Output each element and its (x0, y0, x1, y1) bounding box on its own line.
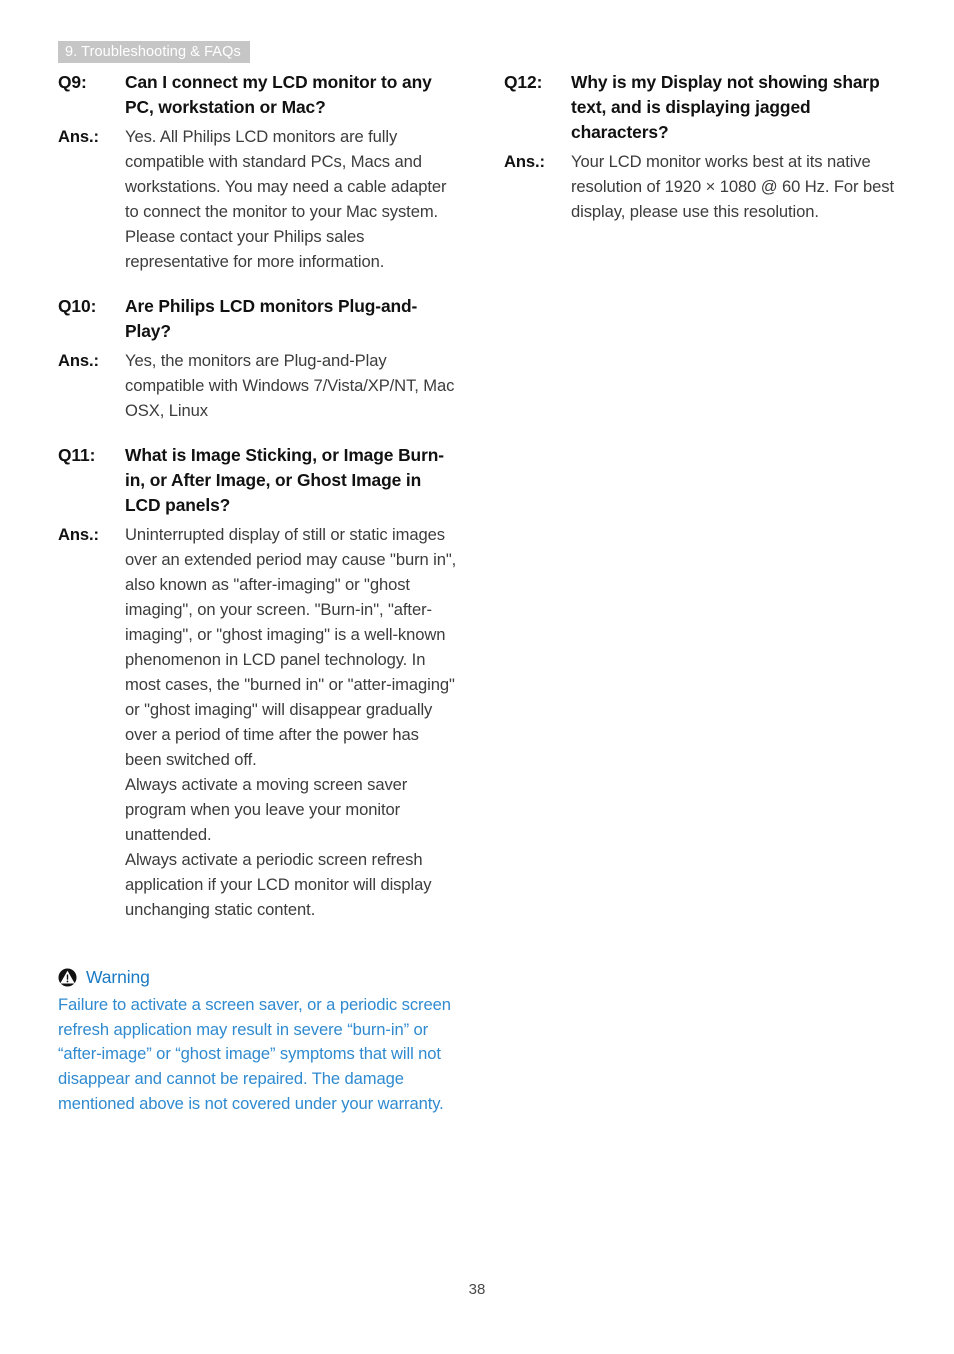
q9-answer-label: Ans.: (58, 127, 99, 146)
q12-answer-label: Ans.: (504, 152, 545, 171)
qa-block-q10-question: Q10: Are Philips LCD monitors Plug-and-P… (58, 294, 458, 344)
qa-block-q12-question: Q12: Why is my Display not showing sharp… (504, 70, 904, 145)
warning-block: Warning Failure to activate a screen sav… (58, 966, 458, 1117)
q9-label: Q9: (58, 72, 87, 92)
warning-triangle-icon (58, 967, 77, 987)
document-page: 9. Troubleshooting & FAQs Q9: Can I conn… (0, 0, 954, 1354)
qa-block-q11-question: Q11: What is Image Sticking, or Image Bu… (58, 443, 458, 518)
q11-answer-text: Uninterrupted display of still or static… (125, 522, 458, 922)
q11-answer-paragraph-3: Always activate a periodic screen refres… (125, 850, 432, 919)
qa-block-q12-answer: Ans.: Your LCD monitor works best at its… (504, 149, 904, 224)
q10-answer-text: Yes, the monitors are Plug-and-Play comp… (125, 351, 455, 420)
left-column: Q9: Can I connect my LCD monitor to any … (58, 70, 458, 1117)
qa-block-q9-answer: Ans.: Yes. All Philips LCD monitors are … (58, 124, 458, 274)
q11-label: Q11: (58, 445, 96, 465)
page-number: 38 (468, 1281, 486, 1298)
qa-block-q10-answer: Ans.: Yes, the monitors are Plug-and-Pla… (58, 348, 458, 423)
warning-body-text: Failure to activate a screen saver, or a… (58, 995, 451, 1113)
q12-label: Q12: (504, 72, 543, 92)
qa-block-q9-question: Q9: Can I connect my LCD monitor to any … (58, 70, 458, 120)
q11-answer-label: Ans.: (58, 525, 99, 544)
q10-question-text: Are Philips LCD monitors Plug-and-Play? (125, 296, 418, 341)
q11-answer-paragraph-1: Uninterrupted display of still or static… (125, 525, 457, 769)
q11-question-text: What is Image Sticking, or Image Burn-in… (125, 445, 444, 515)
q9-question-text: Can I connect my LCD monitor to any PC, … (125, 72, 432, 117)
warning-header: Warning (58, 966, 458, 988)
chapter-banner: 9. Troubleshooting & FAQs (58, 41, 250, 63)
q9-answer-text: Yes. All Philips LCD monitors are fully … (125, 127, 447, 271)
q10-label: Q10: (58, 296, 97, 316)
q10-answer-label: Ans.: (58, 351, 99, 370)
right-column: Q12: Why is my Display not showing sharp… (504, 70, 904, 226)
qa-block-q11-answer: Ans.: Uninterrupted display of still or … (58, 522, 458, 922)
warning-title: Warning (86, 967, 150, 987)
q11-answer-paragraph-2: Always activate a moving screen saver pr… (125, 775, 408, 844)
q12-question-text: Why is my Display not showing sharp text… (571, 72, 880, 142)
q12-answer-text: Your LCD monitor works best at its nativ… (571, 152, 894, 221)
